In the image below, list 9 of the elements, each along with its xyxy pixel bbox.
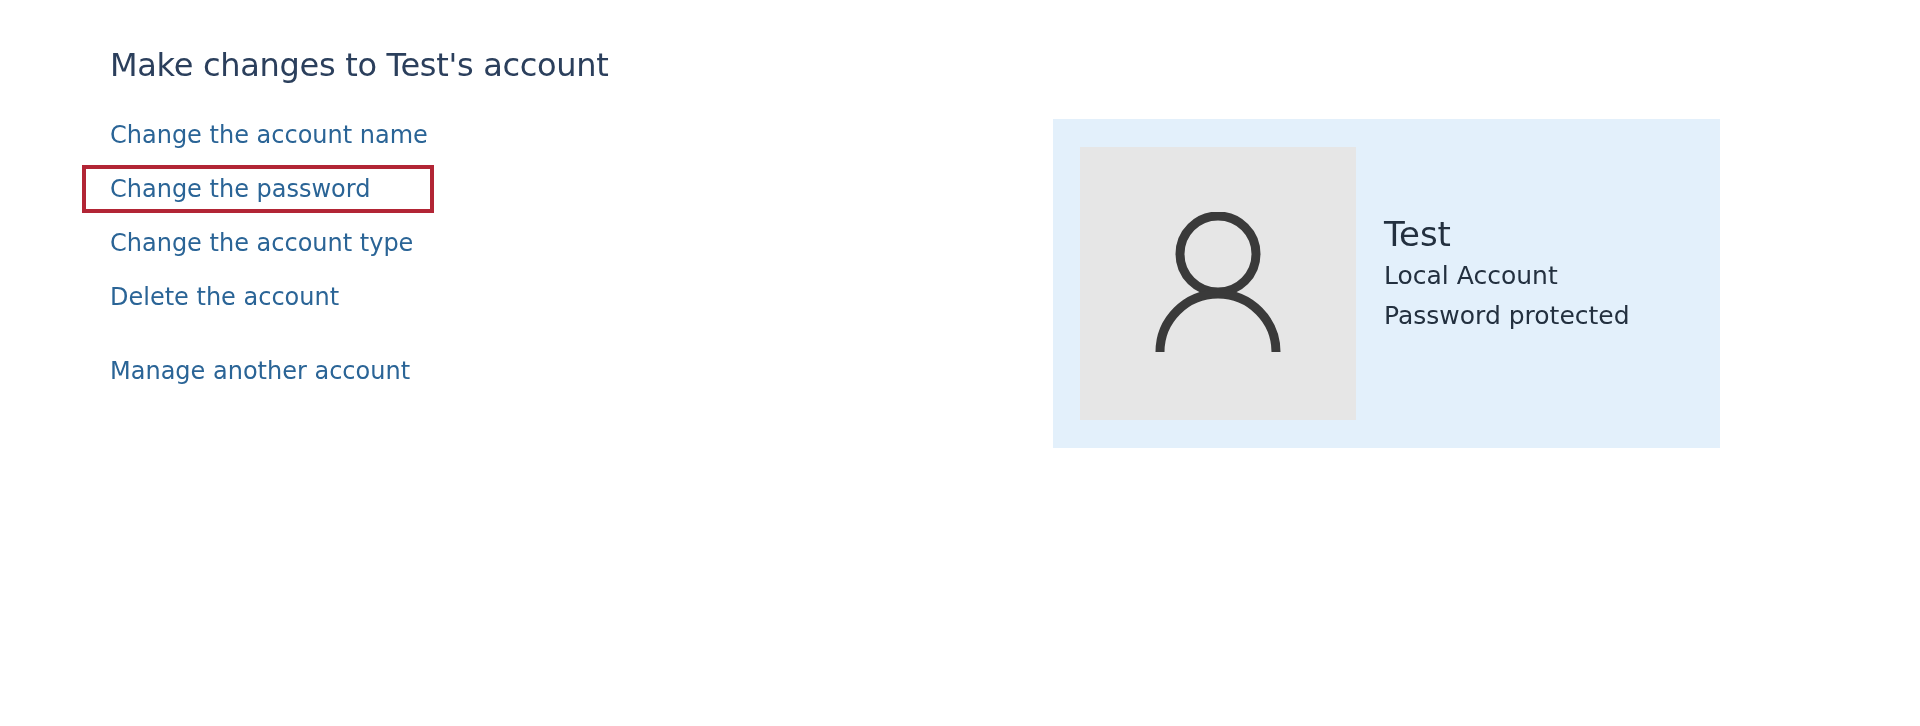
password-status: Password protected	[1384, 299, 1630, 332]
account-link[interactable]: Change the password	[82, 165, 435, 213]
account-link[interactable]: Manage another account	[82, 347, 475, 395]
account-type: Local Account	[1384, 259, 1559, 292]
account-name: Test	[1384, 212, 1452, 256]
account-link[interactable]: Delete the account	[82, 273, 404, 321]
account-link[interactable]: Change the account type	[82, 219, 478, 267]
account-link[interactable]: Change the account name	[82, 111, 492, 159]
page-heading: Make changes to Test's account	[110, 46, 610, 84]
